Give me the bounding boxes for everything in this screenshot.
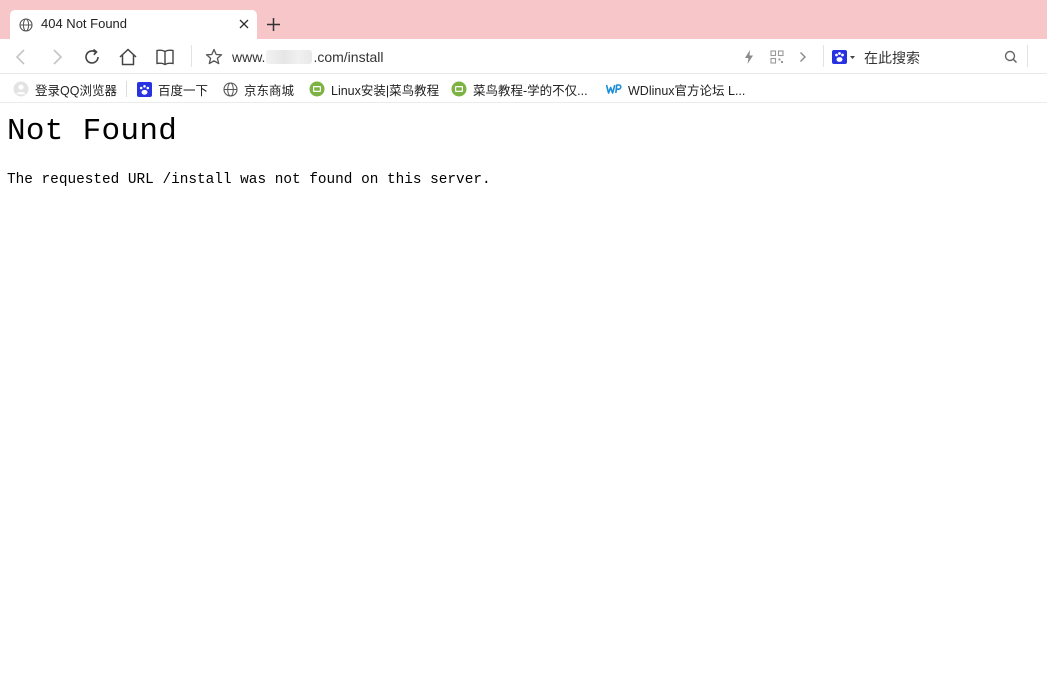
- bookmark-label: 登录QQ浏览器: [35, 83, 117, 98]
- bookmark-label: Linux安装|菜鸟教程: [331, 83, 440, 98]
- runoob-icon: [309, 81, 325, 97]
- refresh-icon[interactable]: [82, 47, 102, 67]
- tab-title: 404 Not Found: [41, 16, 128, 31]
- bookmark-qq-login[interactable]: 登录QQ浏览器: [13, 80, 117, 98]
- tab-404-not-found[interactable]: 404 Not Found: [10, 10, 257, 39]
- close-icon[interactable]: [238, 18, 250, 30]
- wdlinux-icon: [606, 84, 622, 94]
- toolbar-right-divider: [1027, 45, 1028, 67]
- home-icon[interactable]: [118, 47, 138, 67]
- back-arrow-icon[interactable]: [11, 47, 31, 67]
- bookmark-runoob-home[interactable]: 菜鸟教程-学的不仅...: [451, 80, 588, 98]
- page-title: Not Found: [7, 114, 178, 149]
- url-suffix: .com/install: [313, 49, 384, 65]
- bookmark-label: 百度一下: [158, 83, 209, 98]
- search-divider: [823, 45, 824, 67]
- baidu-search-engine-icon[interactable]: [831, 47, 857, 67]
- bookmark-jd[interactable]: 京东商城: [223, 80, 294, 98]
- error-message: The requested URL /install was not found…: [7, 172, 491, 188]
- baidu-paw-icon: [137, 81, 152, 97]
- search-input[interactable]: 在此搜索: [864, 48, 920, 68]
- page-content: Not Found The requested URL /install was…: [0, 104, 1047, 697]
- user-avatar-icon: [13, 81, 29, 97]
- bookmark-baidu[interactable]: 百度一下: [137, 80, 208, 98]
- chevron-right-icon[interactable]: [794, 47, 812, 67]
- globe-icon: [223, 81, 238, 97]
- bookmark-label: WDlinux官方论坛 L...: [628, 83, 746, 98]
- star-bookmark-icon[interactable]: [204, 47, 224, 67]
- tab-strip: 404 Not Found: [0, 0, 1047, 39]
- address-bar-url[interactable]: www. .com/install: [232, 49, 383, 65]
- url-prefix: www.: [232, 49, 266, 65]
- runoob-icon: [451, 81, 467, 97]
- reader-book-icon[interactable]: [155, 47, 175, 67]
- bookmark-runoob-linux[interactable]: Linux安装|菜鸟教程: [309, 80, 439, 98]
- bookmark-label: 菜鸟教程-学的不仅...: [473, 83, 588, 98]
- toolbar-divider: [191, 45, 192, 67]
- qr-code-icon[interactable]: [768, 47, 786, 67]
- bookmarks-bar: 登录QQ浏览器 百度一下 京东商城 Linux安装|菜鸟教程 菜鸟教程-学的不仅…: [0, 74, 1047, 103]
- bookmark-divider: [126, 81, 127, 97]
- new-tab-plus-icon[interactable]: [266, 17, 281, 32]
- globe-icon: [19, 18, 33, 32]
- forward-arrow-icon[interactable]: [47, 47, 67, 67]
- redacted-domain: [266, 50, 313, 64]
- navigation-bar: www. .com/install 在此搜索: [0, 39, 1047, 74]
- lightning-icon[interactable]: [740, 47, 758, 67]
- search-icon[interactable]: [1002, 47, 1020, 67]
- bookmark-label: 京东商城: [244, 83, 295, 98]
- bookmark-wdlinux[interactable]: WDlinux官方论坛 L...: [606, 80, 745, 98]
